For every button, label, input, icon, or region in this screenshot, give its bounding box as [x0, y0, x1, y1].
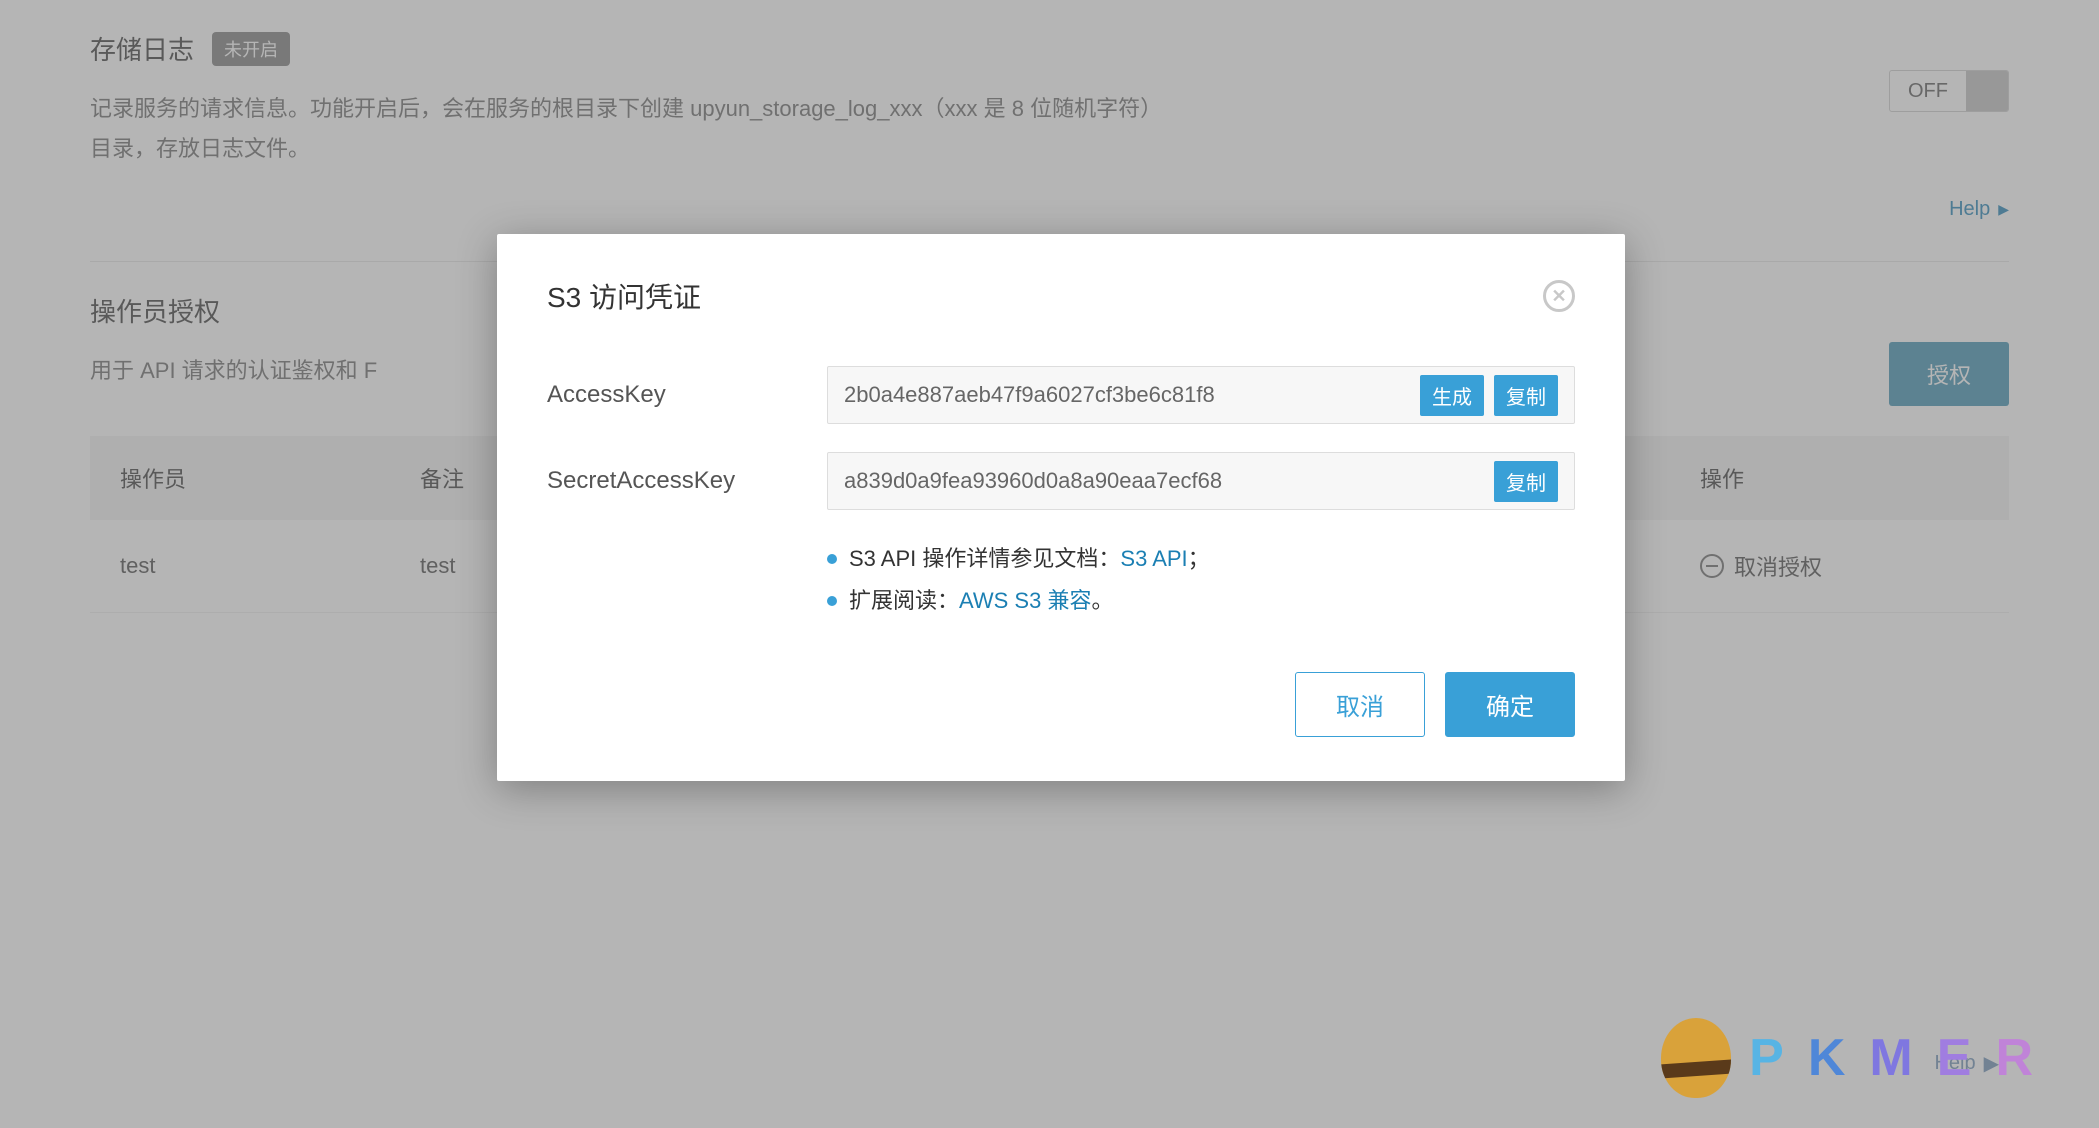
- close-icon: ✕: [1551, 286, 1566, 307]
- access-key-field: 生成 复制: [827, 366, 1575, 424]
- secret-key-field: 复制: [827, 452, 1575, 510]
- ok-button[interactable]: 确定: [1445, 672, 1575, 737]
- access-key-label: AccessKey: [547, 381, 827, 409]
- access-key-input[interactable]: [844, 382, 1410, 408]
- secret-key-input[interactable]: [844, 468, 1484, 494]
- modal-notes: S3 API 操作详情参见文档：S3 API； 扩展阅读：AWS S3 兼容。: [827, 538, 1575, 622]
- secret-key-label: SecretAccessKey: [547, 467, 827, 495]
- aws-s3-link[interactable]: AWS S3 兼容: [959, 588, 1091, 613]
- pkmer-watermark: PKMER: [1661, 1018, 2039, 1098]
- modal-title: S3 访问凭证: [547, 276, 701, 316]
- s3-credentials-modal: S3 访问凭证 ✕ AccessKey 生成 复制 SecretAccessKe…: [497, 234, 1625, 781]
- note-item: 扩展阅读：AWS S3 兼容。: [827, 580, 1575, 622]
- generate-button[interactable]: 生成: [1420, 375, 1484, 416]
- cancel-button[interactable]: 取消: [1295, 672, 1425, 737]
- bullet-icon: [827, 554, 837, 564]
- bullet-icon: [827, 596, 837, 606]
- egg-icon: [1661, 1018, 1731, 1098]
- s3-api-link[interactable]: S3 API: [1120, 546, 1187, 571]
- copy-secret-button[interactable]: 复制: [1494, 461, 1558, 502]
- note-item: S3 API 操作详情参见文档：S3 API；: [827, 538, 1575, 580]
- close-button[interactable]: ✕: [1543, 280, 1575, 312]
- copy-access-button[interactable]: 复制: [1494, 375, 1558, 416]
